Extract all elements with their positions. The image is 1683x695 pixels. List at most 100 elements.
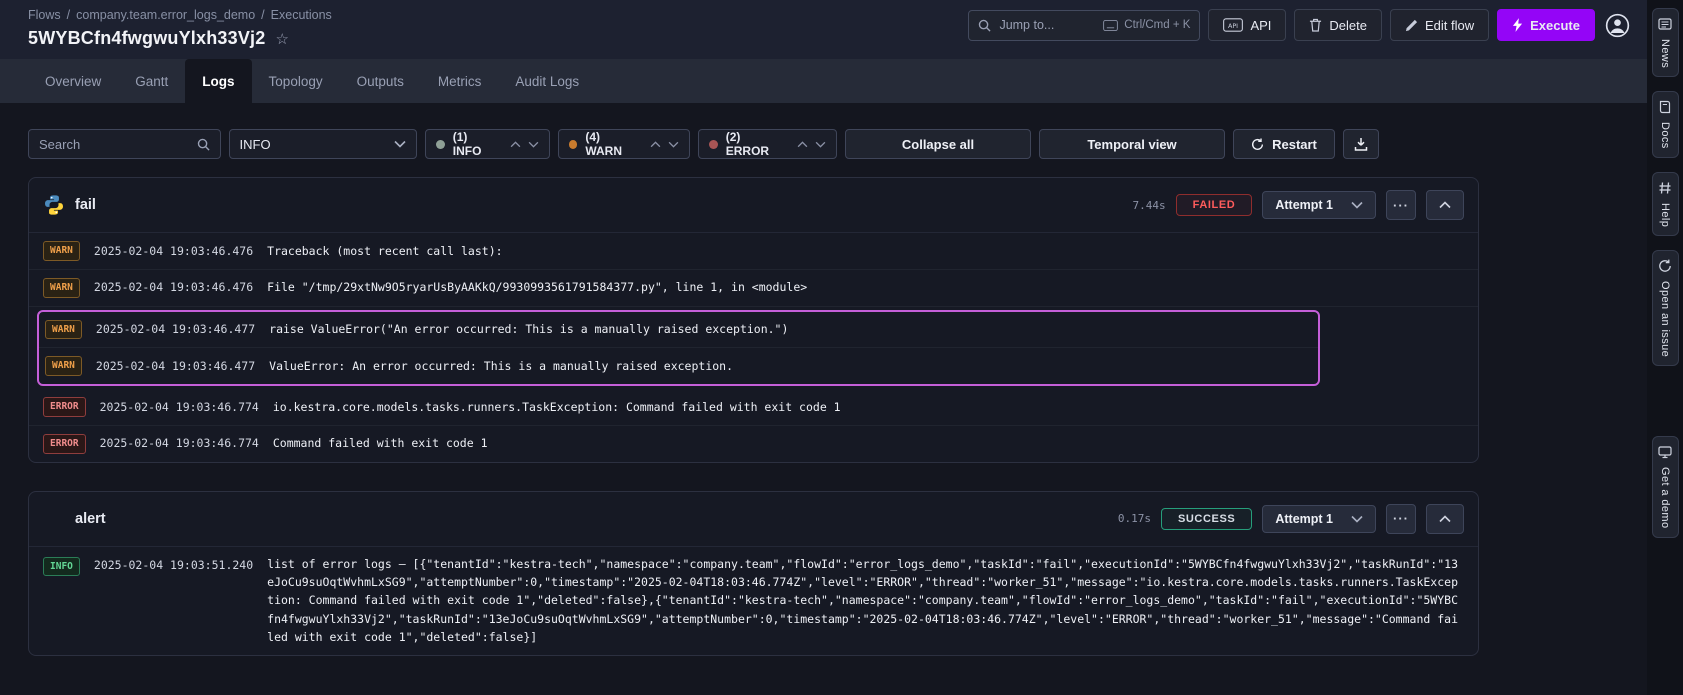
chevron-up-icon[interactable] (650, 141, 661, 148)
chevron-down-icon[interactable] (528, 141, 539, 148)
task-more-button[interactable]: ··· (1386, 504, 1416, 534)
execution-tabs: Overview Gantt Logs Topology Outputs Met… (0, 59, 1647, 103)
chevron-down-icon[interactable] (815, 141, 826, 148)
lightning-icon (1512, 18, 1523, 32)
pencil-icon (1405, 19, 1418, 32)
log-level-badge: WARN (45, 356, 82, 376)
attempt-select[interactable]: Attempt 1 (1262, 191, 1376, 219)
log-level-selected-value: INFO (240, 137, 271, 152)
level-chip-info[interactable]: (1) INFO (425, 129, 550, 159)
temporal-view-button[interactable]: Temporal view (1039, 129, 1225, 159)
log-row-highlighted: WARN 2025-02-04 19:03:46.477 raise Value… (39, 312, 1318, 349)
restart-icon (1251, 138, 1264, 151)
chip-arrows (797, 141, 826, 148)
task-card-header: fail 7.44s FAILED Attempt 1 ··· (29, 178, 1478, 232)
log-timestamp: 2025-02-04 19:03:46.477 (96, 358, 255, 375)
favorite-star-icon[interactable]: ☆ (275, 30, 288, 48)
log-level-badge: INFO (43, 557, 80, 577)
breadcrumb-namespace[interactable]: company.team.error_logs_demo (76, 8, 255, 22)
log-message: ValueError: An error occurred: This is a… (269, 358, 733, 375)
docs-icon (1658, 100, 1672, 114)
task-card-header: alert 0.17s SUCCESS Attempt 1 ··· (29, 492, 1478, 546)
rail-help-button[interactable]: Help (1652, 172, 1679, 236)
download-logs-button[interactable] (1343, 129, 1379, 159)
task-duration: 0.17s (1118, 512, 1151, 525)
jump-to-search[interactable]: Jump to... Ctrl/Cmd + K (968, 10, 1200, 41)
level-chip-error[interactable]: (2) ERROR (698, 129, 837, 159)
get-a-demo-icon (1658, 445, 1672, 459)
chevron-up-icon[interactable] (797, 141, 808, 148)
task-name: fail (75, 197, 96, 213)
log-timestamp: 2025-02-04 19:03:51.240 (94, 557, 253, 574)
logs-panel: Search INFO (1) INFO (0, 103, 1647, 695)
log-message: Traceback (most recent call last): (267, 243, 502, 260)
open-issue-icon (1658, 259, 1672, 273)
api-button[interactable]: API API (1208, 9, 1286, 41)
search-icon (978, 19, 991, 32)
log-row-highlighted: WARN 2025-02-04 19:03:46.477 ValueError:… (39, 348, 1318, 384)
task-duration: 7.44s (1133, 199, 1166, 212)
restart-button[interactable]: Restart (1233, 129, 1335, 159)
breadcrumb-separator: / (261, 8, 264, 22)
chip-arrows (650, 141, 679, 148)
level-chip-warn[interactable]: (4) WARN (558, 129, 690, 159)
log-row: WARN 2025-02-04 19:03:46.476 File "/tmp/… (29, 270, 1478, 307)
log-message: raise ValueError("An error occurred: Thi… (269, 321, 788, 338)
highlighted-log-group: WARN 2025-02-04 19:03:46.477 raise Value… (37, 310, 1320, 387)
task-name: alert (75, 511, 106, 527)
task-header-controls: 7.44s FAILED Attempt 1 ··· (1133, 190, 1465, 220)
tab-audit-logs[interactable]: Audit Logs (498, 59, 596, 103)
log-timestamp: 2025-02-04 19:03:46.774 (100, 399, 259, 416)
chevron-up-icon[interactable] (510, 141, 521, 148)
user-avatar[interactable] (1603, 11, 1631, 39)
main-column: Flows / company.team.error_logs_demo / E… (0, 0, 1647, 695)
rail-open-issue-button[interactable]: Open an issue (1652, 250, 1679, 366)
tab-topology[interactable]: Topology (252, 59, 340, 103)
app-root: Flows / company.team.error_logs_demo / E… (0, 0, 1683, 695)
task-card-fail: fail 7.44s FAILED Attempt 1 ··· (28, 177, 1479, 463)
rail-get-a-demo-button[interactable]: Get a demo (1652, 436, 1679, 537)
execute-button[interactable]: Execute (1497, 9, 1595, 41)
log-message: Command failed with exit code 1 (273, 435, 488, 452)
log-message: File "/tmp/29xtNw9O5ryarUsByAAKkQ/993099… (267, 279, 807, 296)
search-input[interactable]: Search (28, 129, 221, 159)
chevron-up-icon (1439, 515, 1451, 523)
delete-button[interactable]: Delete (1294, 9, 1382, 41)
log-level-select[interactable]: INFO (229, 129, 418, 159)
log-timestamp: 2025-02-04 19:03:46.477 (96, 321, 255, 338)
chip-arrows (510, 141, 539, 148)
tab-metrics[interactable]: Metrics (421, 59, 499, 103)
log-level-badge: ERROR (43, 434, 86, 454)
breadcrumb-executions[interactable]: Executions (271, 8, 332, 22)
task-header-controls: 0.17s SUCCESS Attempt 1 ··· (1118, 504, 1464, 534)
warn-level-dot (569, 140, 578, 149)
right-rail: News Docs Help Open an issue Get a demo (1647, 0, 1683, 695)
log-row: ERROR 2025-02-04 19:03:46.774 io.kestra.… (29, 389, 1478, 426)
log-row: ERROR 2025-02-04 19:03:46.774 Command fa… (29, 426, 1478, 462)
breadcrumb-flows[interactable]: Flows (28, 8, 61, 22)
rail-news-button[interactable]: News (1652, 8, 1679, 77)
log-message: list of error logs — [{"tenantId":"kestr… (267, 555, 1464, 647)
attempt-select[interactable]: Attempt 1 (1262, 505, 1376, 533)
download-icon (1354, 137, 1368, 151)
trash-icon (1309, 18, 1322, 32)
task-more-button[interactable]: ··· (1386, 190, 1416, 220)
tab-overview[interactable]: Overview (28, 59, 118, 103)
log-row: INFO 2025-02-04 19:03:51.240 list of err… (29, 547, 1478, 655)
tab-logs[interactable]: Logs (185, 59, 251, 103)
rail-docs-button[interactable]: Docs (1652, 91, 1679, 158)
task-collapse-button[interactable] (1426, 190, 1464, 220)
task-collapse-button[interactable] (1426, 504, 1464, 534)
edit-flow-button[interactable]: Edit flow (1390, 9, 1489, 41)
search-input-placeholder: Search (39, 137, 80, 152)
tab-outputs[interactable]: Outputs (340, 59, 421, 103)
chevron-up-icon (1439, 201, 1451, 209)
chevron-down-icon (394, 140, 406, 148)
jump-to-placeholder: Jump to... (999, 18, 1095, 32)
collapse-all-button[interactable]: Collapse all (845, 129, 1031, 159)
breadcrumb-separator: / (67, 8, 70, 22)
svg-text:API: API (1228, 23, 1238, 30)
shortcut-hint: Ctrl/Cmd + K (1103, 19, 1190, 31)
chevron-down-icon[interactable] (668, 141, 679, 148)
tab-gantt[interactable]: Gantt (118, 59, 185, 103)
